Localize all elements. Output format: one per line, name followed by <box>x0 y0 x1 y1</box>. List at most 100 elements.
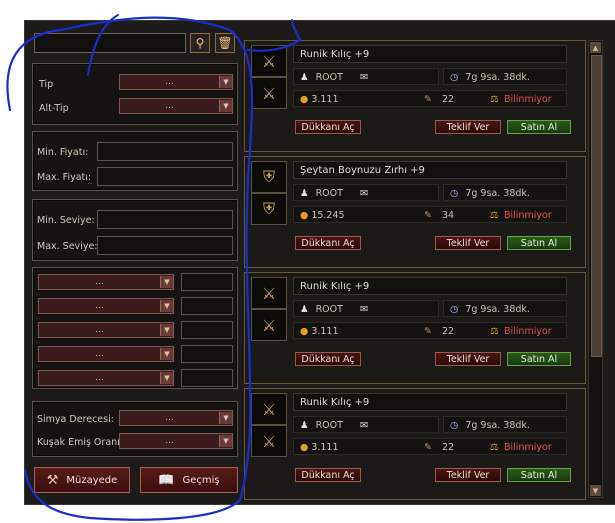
mail-icon[interactable]: ✉ <box>360 420 368 431</box>
min-level-field[interactable] <box>97 210 233 229</box>
search-input[interactable] <box>34 33 186 53</box>
bonus-dropdown-1[interactable]: ... ▼ <box>38 274 174 290</box>
time-box: ◷ 7g 9sa. 38dk. <box>443 300 567 317</box>
time-box: ◷ 7g 9sa. 38dk. <box>443 416 567 433</box>
museum-button[interactable]: ⚒ Müzayede <box>34 467 130 493</box>
time-left: 7g 9sa. 38dk. <box>465 72 530 83</box>
status: Bilinmiyor <box>504 210 552 221</box>
buy-button[interactable]: Satın Al <box>507 352 571 366</box>
listing-card: ⚔ ⚔ Runik Kılıç +9 ♟ ROOT ✉ ◷ 7g 9sa. 38… <box>244 388 586 500</box>
buy-button[interactable]: Satın Al <box>507 468 571 482</box>
seller-name: ROOT <box>315 304 343 315</box>
scroll-icon: ✎ <box>424 326 432 337</box>
min-price-field[interactable] <box>97 142 233 161</box>
subtype-dropdown[interactable]: ... ▼ <box>119 98 233 114</box>
alchemy-dropdown[interactable]: ... ▼ <box>119 410 233 426</box>
max-price-field[interactable] <box>97 167 233 186</box>
open-shop-button[interactable]: Dükkanı Aç <box>295 352 361 366</box>
price-row: ● 15.245 ✎ 34 ⚖ Bilinmiyor <box>293 206 567 223</box>
sword-icon: ⚔ <box>251 277 287 309</box>
count: 22 <box>442 94 455 105</box>
gavel-icon: ⚒ <box>46 472 59 488</box>
mail-icon[interactable]: ✉ <box>360 304 368 315</box>
scale-icon: ⚖ <box>490 442 499 453</box>
coin-icon: ● <box>300 442 309 453</box>
make-offer-button[interactable]: Teklif Ver <box>435 468 501 482</box>
clock-icon: ◷ <box>450 304 459 315</box>
open-shop-button[interactable]: Dükkanı Aç <box>295 236 361 250</box>
time-left: 7g 9sa. 38dk. <box>465 420 530 431</box>
item-name: Runik Kılıç +9 <box>293 277 567 295</box>
scale-icon: ⚖ <box>490 94 499 105</box>
price-row: ● 3.111 ✎ 22 ⚖ Bilinmiyor <box>293 438 567 455</box>
mail-icon[interactable]: ✉ <box>360 72 368 83</box>
scroll-up-icon[interactable]: ▲ <box>590 42 601 53</box>
belt-dropdown[interactable]: ... ▼ <box>119 433 233 449</box>
clock-icon: ◷ <box>450 420 459 431</box>
price: 15.245 <box>311 210 345 221</box>
scale-icon: ⚖ <box>490 326 499 337</box>
max-price-label: Max. Fiyatı: <box>37 172 92 183</box>
make-offer-button[interactable]: Teklif Ver <box>435 120 501 134</box>
search-icon[interactable]: ⚲ <box>190 33 210 53</box>
listing-card: ⛨ ⛨ Şeytan Boynuzu Zırhı +9 ♟ ROOT ✉ ◷ 7… <box>244 156 586 268</box>
listing-card: ⚔ ⚔ Runik Kılıç +9 ♟ ROOT ✉ ◷ 7g 9sa. 38… <box>244 272 586 384</box>
time-box: ◷ 7g 9sa. 38dk. <box>443 184 567 201</box>
price-row: ● 3.111 ✎ 22 ⚖ Bilinmiyor <box>293 90 567 107</box>
max-level-field[interactable] <box>97 236 233 255</box>
bonus-dropdown-3[interactable]: ... ▼ <box>38 322 174 338</box>
sword-icon: ⚔ <box>251 77 287 109</box>
buy-button[interactable]: Satın Al <box>507 236 571 250</box>
listing-scrollbar[interactable]: ▲ ▼ <box>588 40 603 498</box>
status: Bilinmiyor <box>504 442 552 453</box>
status: Bilinmiyor <box>504 94 552 105</box>
bonus-value-1[interactable] <box>181 273 233 291</box>
user-icon: ♟ <box>300 188 309 199</box>
chevron-down-icon: ▼ <box>219 100 232 112</box>
bonus-value-4[interactable] <box>181 345 233 363</box>
subtype-label: Alt-Tip <box>39 103 69 114</box>
sword-icon: ⚔ <box>251 45 287 77</box>
bonus-dropdown-2[interactable]: ... ▼ <box>38 298 174 314</box>
scale-icon: ⚖ <box>490 210 499 221</box>
user-icon: ♟ <box>300 420 309 431</box>
price-panel: Min. Fiyatı: Max. Fiyatı: <box>32 131 238 191</box>
trash-icon[interactable]: 🗑 <box>215 33 235 53</box>
price-row: ● 3.111 ✎ 22 ⚖ Bilinmiyor <box>293 322 567 339</box>
seller-box: ♟ ROOT ✉ <box>293 68 439 85</box>
bonus-value-3[interactable] <box>181 321 233 339</box>
scrollbar-thumb[interactable] <box>591 55 602 357</box>
bonus-value-5[interactable] <box>181 369 233 387</box>
sword-icon: ⚔ <box>251 425 287 457</box>
type-panel: Tip ... ▼ Alt-Tip ... ▼ <box>32 63 238 125</box>
open-shop-button[interactable]: Dükkanı Aç <box>295 468 361 482</box>
scroll-icon: ✎ <box>424 94 432 105</box>
count: 22 <box>442 326 455 337</box>
chevron-down-icon: ▼ <box>219 435 232 447</box>
chevron-down-icon: ▼ <box>160 348 173 360</box>
history-button[interactable]: 📖 Geçmiş <box>140 467 238 493</box>
coin-icon: ● <box>300 326 309 337</box>
price: 3.111 <box>311 442 339 453</box>
seller-name: ROOT <box>315 188 343 199</box>
bonus-value-2[interactable] <box>181 297 233 315</box>
user-icon: ♟ <box>300 304 309 315</box>
type-label: Tip <box>39 79 54 90</box>
bonus-dropdown-4[interactable]: ... ▼ <box>38 346 174 362</box>
seller-box: ♟ ROOT ✉ <box>293 300 439 317</box>
make-offer-button[interactable]: Teklif Ver <box>435 236 501 250</box>
scroll-down-icon[interactable]: ▼ <box>590 485 601 496</box>
chevron-down-icon: ▼ <box>219 412 232 424</box>
price: 3.111 <box>311 94 339 105</box>
bonus-dropdown-5[interactable]: ... ▼ <box>38 370 174 386</box>
mail-icon[interactable]: ✉ <box>360 188 368 199</box>
chevron-down-icon: ▼ <box>160 300 173 312</box>
make-offer-button[interactable]: Teklif Ver <box>435 352 501 366</box>
coin-icon: ● <box>300 210 309 221</box>
open-shop-button[interactable]: Dükkanı Aç <box>295 120 361 134</box>
seller-name: ROOT <box>315 72 343 83</box>
type-dropdown[interactable]: ... ▼ <box>119 74 233 90</box>
min-level-label: Min. Seviye: <box>37 215 95 226</box>
buy-button[interactable]: Satın Al <box>507 120 571 134</box>
alchemy-label: Simya Derecesi: <box>37 414 114 425</box>
